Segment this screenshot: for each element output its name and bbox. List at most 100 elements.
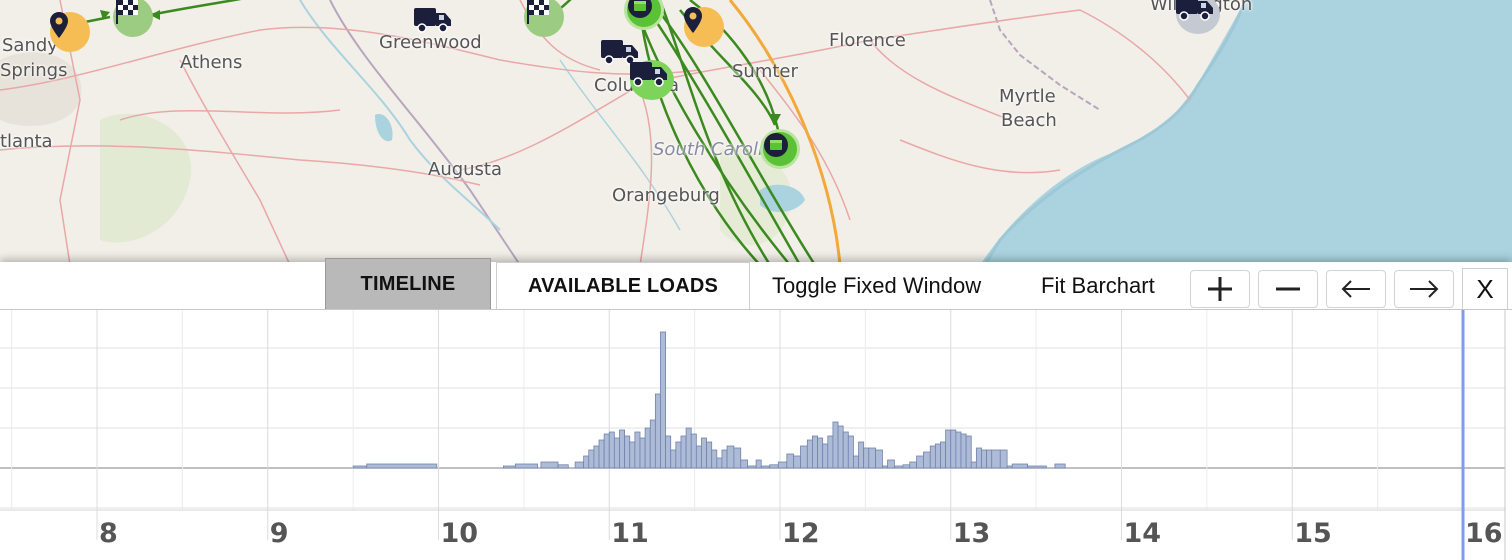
map-marker-truck[interactable] xyxy=(414,6,458,46)
map-marker-pin[interactable] xyxy=(50,12,90,52)
timeline-bar[interactable] xyxy=(827,435,834,469)
scroll-right-button[interactable] xyxy=(1394,270,1454,308)
timeline-bar[interactable] xyxy=(670,449,677,469)
timeline-bar[interactable] xyxy=(701,437,707,469)
timeline-bar[interactable] xyxy=(777,461,788,469)
close-panel-button[interactable]: X xyxy=(1462,268,1508,310)
timeline-bar[interactable] xyxy=(711,449,718,469)
map-marker-truck[interactable] xyxy=(630,60,674,100)
timeline-bar[interactable] xyxy=(960,433,967,469)
zoom-out-button[interactable] xyxy=(1258,270,1318,308)
timeline-bar[interactable] xyxy=(812,435,818,469)
timeline-bar[interactable] xyxy=(755,459,762,469)
zoom-in-button[interactable] xyxy=(1190,270,1250,308)
timeline-bar[interactable] xyxy=(842,431,849,469)
tab-timeline[interactable]: TIMELINE xyxy=(325,258,491,309)
timeline-bar[interactable] xyxy=(868,447,877,469)
timeline-bar[interactable] xyxy=(685,427,692,469)
timeline-bar[interactable] xyxy=(716,457,723,469)
timeline-bar[interactable] xyxy=(887,459,895,469)
timeline-bar[interactable] xyxy=(909,461,918,469)
timeline-bar[interactable] xyxy=(832,421,839,469)
timeline-bar[interactable] xyxy=(706,441,713,469)
timeline-bar[interactable] xyxy=(934,443,941,469)
timeline-bar[interactable] xyxy=(894,465,904,469)
timeline-bar[interactable] xyxy=(991,449,1001,469)
timeline-bar[interactable] xyxy=(760,465,771,469)
timeline-bar[interactable] xyxy=(806,439,813,469)
timeline-bar[interactable] xyxy=(999,449,1008,469)
timeline-bar[interactable] xyxy=(634,431,641,469)
timeline-bar[interactable] xyxy=(740,459,748,469)
timeline-bar[interactable] xyxy=(680,435,687,469)
timeline-bar[interactable] xyxy=(502,465,516,469)
timeline-bar[interactable] xyxy=(1006,465,1013,469)
timeline-bar[interactable] xyxy=(608,431,615,469)
timeline-bar[interactable] xyxy=(847,435,854,469)
timeline-bar[interactable] xyxy=(1027,465,1047,469)
timeline-bar[interactable] xyxy=(654,393,661,469)
timeline-bar[interactable] xyxy=(514,463,538,469)
timeline-bar[interactable] xyxy=(858,441,865,469)
timeline-bar[interactable] xyxy=(1054,463,1066,469)
toggle-fixed-window-button[interactable]: Toggle Fixed Window xyxy=(772,266,981,306)
timeline-bar[interactable] xyxy=(557,464,569,469)
map-view[interactable]: SandySpringsAthenstlantaGreenwoodColumbi… xyxy=(0,0,1512,265)
timeline-bar[interactable] xyxy=(1011,463,1028,469)
timeline-bar[interactable] xyxy=(822,443,829,469)
timeline-barchart[interactable]: 8 9 10 11 12 13 14 15 16 xyxy=(0,309,1512,560)
timeline-bar[interactable] xyxy=(786,453,795,469)
timeline-bar[interactable] xyxy=(721,449,728,469)
timeline-bar[interactable] xyxy=(940,441,947,469)
timeline-bar[interactable] xyxy=(639,437,646,469)
timeline-bar[interactable] xyxy=(929,445,936,469)
timeline-bar[interactable] xyxy=(986,449,993,469)
timeline-bar[interactable] xyxy=(902,464,911,469)
timeline-bar[interactable] xyxy=(352,465,368,469)
timeline-bar[interactable] xyxy=(955,431,962,469)
timeline-bar[interactable] xyxy=(603,433,610,469)
timeline-bar[interactable] xyxy=(675,441,682,469)
timeline-bar[interactable] xyxy=(366,463,438,469)
timeline-bar[interactable] xyxy=(583,455,590,469)
timeline-bar[interactable] xyxy=(923,451,931,469)
timeline-bar[interactable] xyxy=(644,427,651,469)
timeline-bar[interactable] xyxy=(660,331,666,469)
map-marker-pin[interactable] xyxy=(684,7,724,47)
timeline-bar[interactable] xyxy=(965,435,972,469)
timeline-bar[interactable] xyxy=(665,435,672,469)
timeline-bar[interactable] xyxy=(793,455,801,469)
timeline-bar[interactable] xyxy=(837,425,844,469)
timeline-bar[interactable] xyxy=(950,429,957,469)
map-marker-load[interactable] xyxy=(760,129,800,169)
timeline-bar[interactable] xyxy=(695,445,702,469)
timeline-bar[interactable] xyxy=(916,455,924,469)
timeline-bar[interactable] xyxy=(747,465,757,469)
timeline-bar[interactable] xyxy=(588,449,595,469)
timeline-bar[interactable] xyxy=(574,461,585,469)
timeline-bar[interactable] xyxy=(800,445,808,469)
timeline-bar[interactable] xyxy=(970,461,977,469)
timeline-bar[interactable] xyxy=(624,435,631,469)
timeline-bar[interactable] xyxy=(540,461,559,469)
tab-available-loads[interactable]: AVAILABLE LOADS xyxy=(496,262,750,309)
timeline-bar[interactable] xyxy=(629,441,636,469)
timeline-bar[interactable] xyxy=(875,449,883,469)
fit-barchart-button[interactable]: Fit Barchart xyxy=(1041,266,1155,306)
timeline-bar[interactable] xyxy=(598,439,605,469)
scroll-left-button[interactable] xyxy=(1326,270,1386,308)
timeline-bar[interactable] xyxy=(733,447,742,469)
timeline-bar[interactable] xyxy=(769,464,779,469)
timeline-bar[interactable] xyxy=(981,449,988,469)
timeline-bar[interactable] xyxy=(613,437,620,469)
timeline-bar[interactable] xyxy=(649,419,656,469)
timeline-bar[interactable] xyxy=(863,447,870,469)
timeline-bar[interactable] xyxy=(882,465,888,469)
timeline-bar[interactable] xyxy=(690,433,697,469)
timeline-bar[interactable] xyxy=(593,445,600,469)
timeline-bar[interactable] xyxy=(853,455,859,469)
timeline-bar[interactable] xyxy=(619,429,626,469)
timeline-bar[interactable] xyxy=(817,437,824,469)
timeline-bar[interactable] xyxy=(726,445,735,469)
timeline-bar[interactable] xyxy=(975,447,982,469)
